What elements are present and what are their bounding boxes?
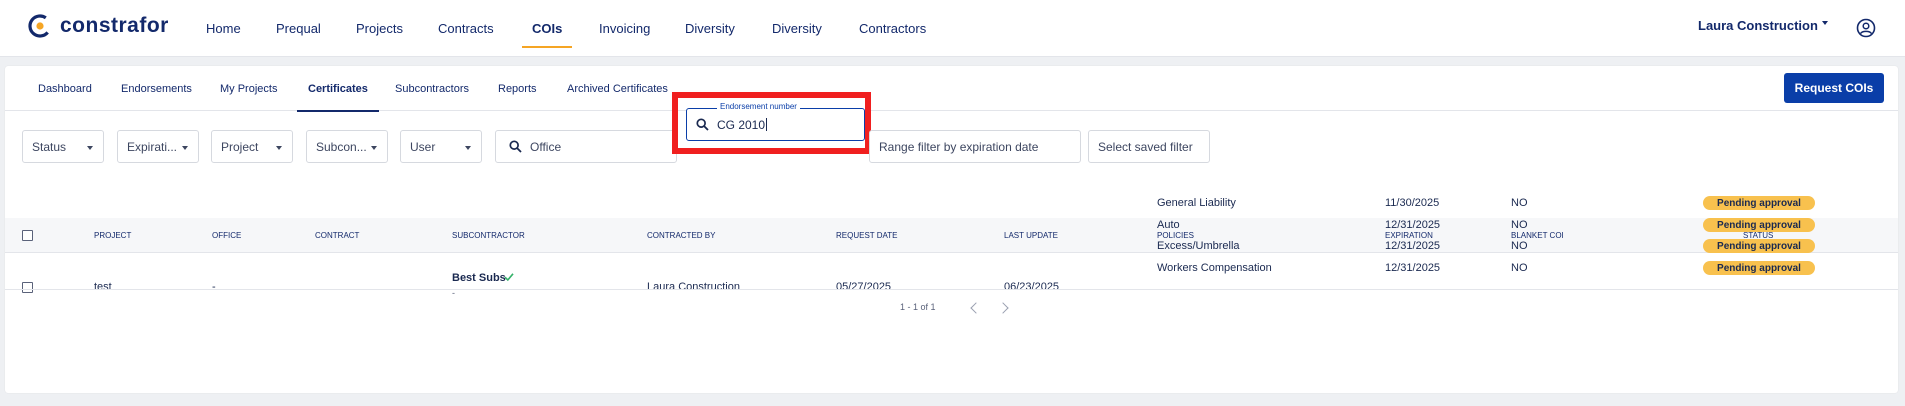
- row-contracted-by: Laura Construction: [647, 281, 740, 293]
- chevron-down-icon[interactable]: [1822, 21, 1828, 25]
- policy-blanket-coi: NO: [1511, 262, 1528, 274]
- project-filter-label: Project: [221, 139, 259, 154]
- tab-archived-certificates[interactable]: Archived Certificates: [567, 66, 668, 111]
- tab-subcontractors[interactable]: Subcontractors: [395, 66, 469, 111]
- saved-filter-placeholder: Select saved filter: [1098, 139, 1193, 154]
- nav-item-cois[interactable]: COIs: [521, 0, 573, 57]
- certificates-panel: Dashboard Endorsements My Projects Certi…: [5, 66, 1898, 393]
- status-badge: Pending approval: [1703, 196, 1815, 210]
- verified-check-icon: [504, 273, 514, 282]
- policy-expiration: 12/31/2025: [1385, 240, 1441, 252]
- expiration-range-input[interactable]: Range filter by expiration date: [869, 130, 1081, 163]
- brand-name: constrafor: [60, 14, 169, 37]
- row-project: test: [94, 281, 112, 293]
- policy-name: Workers Compensation: [1157, 262, 1272, 274]
- search-icon: [509, 140, 522, 153]
- status-badge: Pending approval: [1703, 239, 1815, 253]
- tab-endorsements[interactable]: Endorsements: [121, 66, 192, 111]
- chevron-down-icon: [276, 146, 282, 150]
- policy-expiration: 12/31/2025: [1385, 219, 1441, 231]
- row-request-date: 05/27/2025: [836, 281, 892, 293]
- office-search-placeholder: Office: [530, 139, 562, 154]
- tab-dashboard[interactable]: Dashboard: [38, 66, 92, 111]
- chevron-down-icon: [371, 146, 377, 150]
- column-header-office[interactable]: OFFICE: [212, 218, 241, 253]
- tab-reports[interactable]: Reports: [498, 66, 537, 111]
- search-icon: [696, 118, 709, 131]
- logo-mark-icon: [28, 14, 52, 38]
- chevron-right-icon[interactable]: [997, 302, 1009, 314]
- select-all-checkbox[interactable]: [22, 230, 33, 241]
- status-badge: Pending approval: [1703, 218, 1815, 232]
- column-header-last-update[interactable]: LAST UPDATE: [1004, 218, 1058, 253]
- policy-expiration: 12/31/2025: [1385, 262, 1441, 274]
- column-header-contracted-by[interactable]: CONTRACTED BY: [647, 218, 715, 253]
- expiration-range-placeholder: Range filter by expiration date: [879, 139, 1039, 154]
- nav-item-diversity-2[interactable]: Diversity: [772, 0, 822, 57]
- text-cursor: [766, 118, 768, 131]
- top-navigation-bar: constrafor Home Prequal Projects Contrac…: [0, 0, 1905, 57]
- saved-filter-select[interactable]: Select saved filter: [1088, 130, 1210, 163]
- policy-blanket-coi: NO: [1511, 219, 1528, 231]
- expiration-filter-label: Expirati...: [127, 139, 178, 154]
- policy-name: General Liability: [1157, 197, 1236, 209]
- constrafor-logo[interactable]: constrafor: [28, 14, 169, 38]
- subcontractor-filter[interactable]: Subcon...: [306, 130, 388, 163]
- subcontractor-filter-label: Subcon...: [316, 139, 367, 154]
- row-checkbox[interactable]: [22, 282, 33, 293]
- row-divider: [5, 289, 1898, 290]
- nav-item-prequal[interactable]: Prequal: [276, 0, 321, 57]
- nav-item-projects[interactable]: Projects: [356, 0, 403, 57]
- row-last-update: 06/23/2025: [1004, 281, 1060, 293]
- column-header-project[interactable]: PROJECT: [94, 218, 131, 253]
- request-cois-button[interactable]: Request COIs: [1784, 73, 1884, 103]
- chevron-down-icon: [465, 146, 471, 150]
- nav-item-home[interactable]: Home: [206, 0, 241, 57]
- nav-item-contracts[interactable]: Contracts: [438, 0, 494, 57]
- status-filter[interactable]: Status: [22, 130, 104, 163]
- pagination-range: 1 - 1 of 1: [900, 302, 936, 312]
- account-circle-icon[interactable]: [1856, 18, 1876, 38]
- nav-item-invoicing[interactable]: Invoicing: [599, 0, 650, 57]
- tab-my-projects[interactable]: My Projects: [220, 66, 277, 111]
- policy-blanket-coi: NO: [1511, 197, 1528, 209]
- chevron-down-icon: [87, 146, 93, 150]
- column-header-request-date[interactable]: REQUEST DATE: [836, 218, 898, 253]
- chevron-left-icon[interactable]: [970, 302, 982, 314]
- expiration-filter[interactable]: Expirati...: [117, 130, 199, 163]
- nav-item-diversity[interactable]: Diversity: [685, 0, 735, 57]
- row-office: -: [212, 281, 216, 293]
- policy-expiration: 11/30/2025: [1385, 197, 1440, 209]
- policy-blanket-coi: NO: [1511, 240, 1528, 252]
- project-filter[interactable]: Project: [211, 130, 293, 163]
- policy-name: Excess/Umbrella: [1157, 240, 1240, 252]
- status-badge: Pending approval: [1703, 261, 1815, 275]
- row-subcontractor[interactable]: Best Subs: [452, 272, 506, 284]
- office-search-input[interactable]: Office: [495, 130, 677, 163]
- tab-certificates[interactable]: Certificates: [297, 66, 379, 112]
- policy-name: Auto: [1157, 219, 1180, 231]
- nav-item-contractors[interactable]: Contractors: [859, 0, 926, 57]
- user-filter[interactable]: User: [400, 130, 482, 163]
- column-header-contract[interactable]: CONTRACT: [315, 218, 359, 253]
- status-filter-label: Status: [32, 139, 67, 154]
- column-header-subcontractor[interactable]: SUBCONTRACTOR: [452, 218, 525, 253]
- chevron-down-icon: [182, 146, 188, 150]
- company-selector[interactable]: Laura Construction: [1698, 18, 1818, 33]
- endorsement-number-input[interactable]: CG 2010: [686, 108, 865, 141]
- user-filter-label: User: [410, 139, 436, 154]
- table-header: PROJECT OFFICE CONTRACT SUBCONTRACTOR CO…: [5, 218, 1898, 253]
- endorsement-number-value: CG 2010: [717, 117, 766, 132]
- endorsement-number-label: Endorsement number: [717, 102, 800, 111]
- sub-tabs: Dashboard Endorsements My Projects Certi…: [5, 66, 1898, 112]
